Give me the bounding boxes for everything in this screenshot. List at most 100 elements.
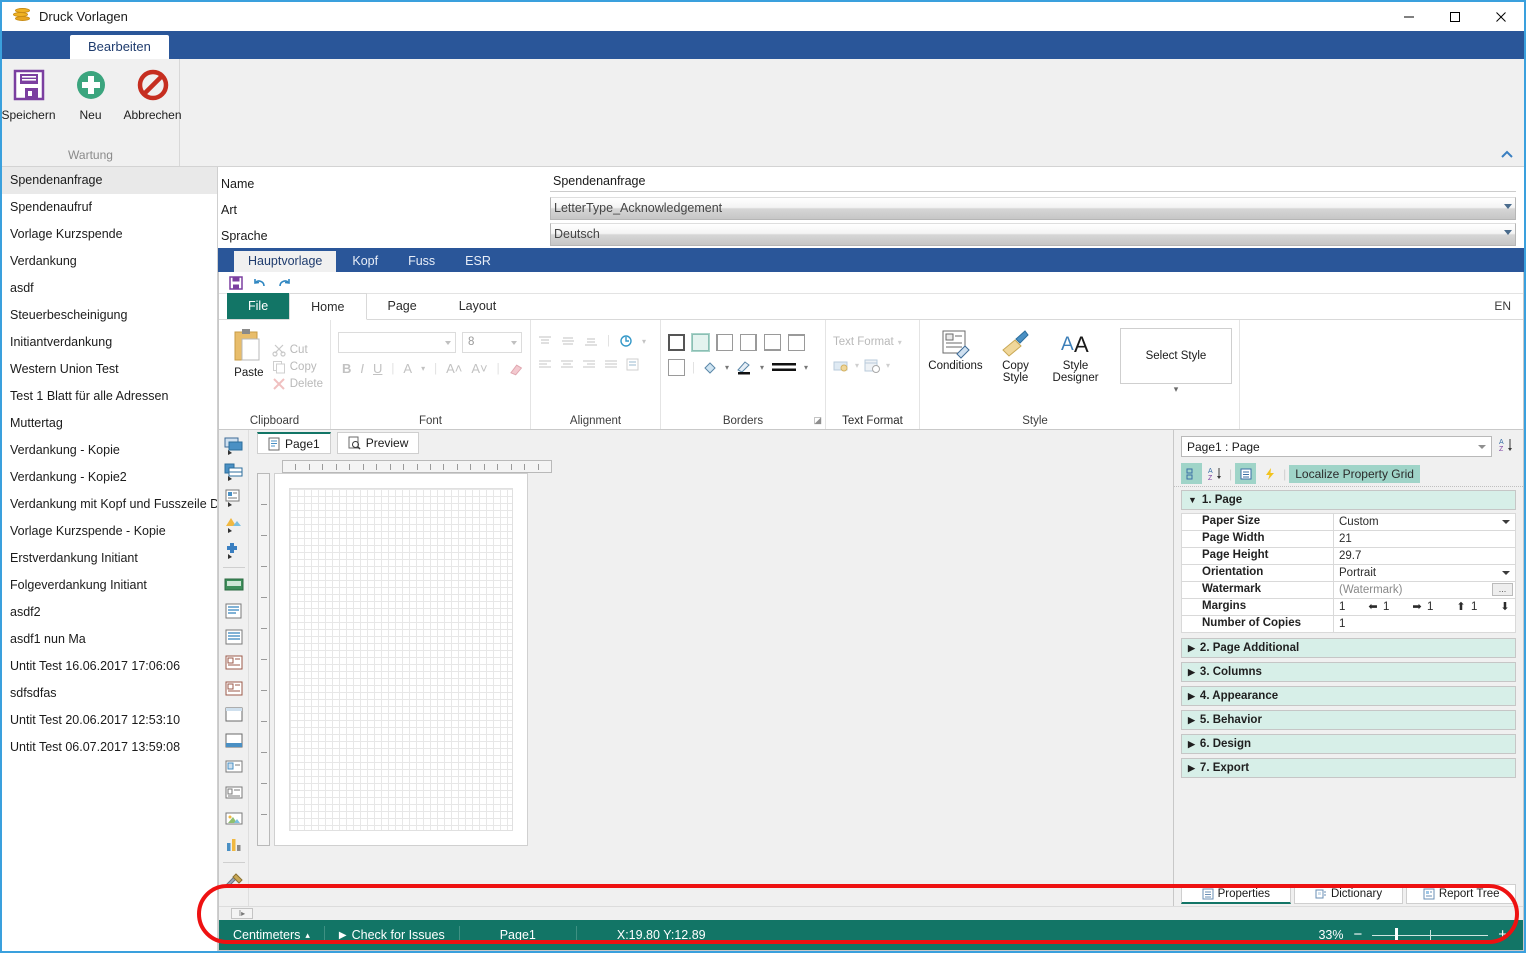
table-band-icon[interactable]: [222, 460, 246, 484]
list-item[interactable]: Steuerbescheinigung: [2, 302, 217, 329]
chevron-down-icon[interactable]: ▾: [760, 363, 764, 372]
localize-property-grid-button[interactable]: Localize Property Grid: [1289, 464, 1420, 483]
maximize-icon[interactable]: [1432, 2, 1478, 31]
data-band-icon[interactable]: [222, 486, 246, 510]
list-item[interactable]: Test 1 Blatt für alle Adressen: [2, 383, 217, 410]
list-item[interactable]: sdfsdfas: [2, 680, 217, 707]
list-item[interactable]: Untit Test 06.07.2017 13:59:08: [2, 734, 217, 761]
check-for-issues-button[interactable]: ▶ Check for Issues: [325, 925, 459, 945]
text-box-icon[interactable]: [222, 651, 246, 675]
list-item[interactable]: Verdankung: [2, 248, 217, 275]
font-size-input[interactable]: 8: [462, 332, 522, 353]
tab-bearbeiten[interactable]: Bearbeiten: [70, 35, 169, 59]
text-field-icon[interactable]: [222, 781, 246, 805]
categorized-icon[interactable]: [1181, 463, 1202, 484]
report-page-icon[interactable]: [222, 599, 246, 623]
tab-dictionary[interactable]: Dictionary: [1293, 884, 1404, 904]
margin-top-value[interactable]: 1: [1427, 600, 1451, 615]
list-item[interactable]: Verdankung mit Kopf und Fusszeile DE: [2, 491, 217, 518]
border-style-icon[interactable]: [771, 361, 797, 374]
property-category-columns[interactable]: ▶ 3. Columns: [1181, 662, 1516, 682]
properties-icon[interactable]: [1235, 463, 1257, 484]
chevron-down-icon[interactable]: ▾: [1120, 384, 1232, 395]
select-band-icon[interactable]: [222, 434, 246, 458]
list-item[interactable]: Western Union Test: [2, 356, 217, 383]
tab-home[interactable]: Home: [289, 293, 367, 320]
select-style-button[interactable]: Select Style: [1119, 328, 1232, 384]
zoom-slider-thumb[interactable]: [1395, 928, 1399, 942]
property-category-page[interactable]: ▼ 1. Page: [1181, 490, 1516, 510]
list-item[interactable]: Folgeverdankung Initiant: [2, 572, 217, 599]
alphabetical-icon[interactable]: AZ: [1205, 463, 1226, 484]
border-left-icon[interactable]: [716, 334, 733, 351]
border-bottom-icon[interactable]: [764, 334, 781, 351]
list-item[interactable]: Initiantverdankung: [2, 329, 217, 356]
image-field-icon[interactable]: [222, 807, 246, 831]
tab-kopf[interactable]: Kopf: [338, 251, 392, 272]
font-family-input[interactable]: [338, 332, 456, 353]
style-designer-label-1[interactable]: Style: [1063, 360, 1089, 372]
list-item[interactable]: Vorlage Kurzspende: [2, 221, 217, 248]
splitter-grip-icon[interactable]: I▸: [231, 908, 253, 919]
property-category-behavior[interactable]: ▶ 5. Behavior: [1181, 710, 1516, 730]
chevron-up-icon[interactable]: [1500, 148, 1514, 162]
border-outline-icon[interactable]: [668, 359, 685, 376]
list-item[interactable]: Untit Test 20.06.2017 12:53:10: [2, 707, 217, 734]
chevron-down-icon[interactable]: ▾: [804, 363, 808, 372]
borders-dialog-launcher[interactable]: ◪: [813, 415, 822, 426]
image-band-icon[interactable]: [222, 512, 246, 536]
list-item[interactable]: Vorlage Kurzspende - Kopie: [2, 518, 217, 545]
redo-icon[interactable]: [276, 275, 291, 290]
horizontal-splitter[interactable]: I▸: [219, 906, 1523, 920]
events-icon[interactable]: [1259, 463, 1280, 484]
sub-report-icon[interactable]: [222, 729, 246, 753]
property-category-page-additional[interactable]: ▶ 2. Page Additional: [1181, 638, 1516, 658]
zoom-in-button[interactable]: +: [1498, 927, 1507, 942]
tab-properties[interactable]: Properties: [1181, 884, 1291, 904]
chevron-down-icon[interactable]: ▾: [725, 363, 729, 372]
tab-fuss[interactable]: Fuss: [394, 251, 449, 272]
list-item[interactable]: asdf: [2, 275, 217, 302]
sprache-combo[interactable]: Deutsch: [550, 223, 1516, 246]
border-all-icon[interactable]: [668, 334, 685, 351]
property-category-export[interactable]: ▶ 7. Export: [1181, 758, 1516, 778]
border-right-icon[interactable]: [740, 334, 757, 351]
zoom-out-button[interactable]: −: [1353, 927, 1362, 942]
report-page-canvas[interactable]: [274, 473, 528, 846]
plugin-band-icon[interactable]: [222, 538, 246, 562]
property-value[interactable]: 29.7: [1334, 548, 1515, 564]
list-item[interactable]: Erstverdankung Initiant: [2, 545, 217, 572]
list-item[interactable]: Verdankung - Kopie: [2, 437, 217, 464]
list-item[interactable]: Untit Test 16.06.2017 17:06:06: [2, 653, 217, 680]
list-item[interactable]: Verdankung - Kopie2: [2, 464, 217, 491]
rich-text-icon[interactable]: [222, 677, 246, 701]
property-category-design[interactable]: ▶ 6. Design: [1181, 734, 1516, 754]
tab-layout[interactable]: Layout: [438, 293, 518, 319]
border-color-icon[interactable]: [736, 360, 753, 375]
panel-icon[interactable]: [222, 703, 246, 727]
undo-icon[interactable]: [252, 275, 267, 290]
zoom-slider[interactable]: [1372, 928, 1489, 942]
chart-icon[interactable]: [222, 833, 246, 857]
save-button[interactable]: Speichern: [1, 65, 56, 122]
template-list[interactable]: Spendenanfrage Spendenaufruf Vorlage Kur…: [2, 167, 218, 951]
tab-file[interactable]: File: [227, 293, 290, 319]
object-selector[interactable]: Page1 : Page: [1181, 436, 1492, 457]
list-item[interactable]: Spendenaufruf: [2, 194, 217, 221]
margin-left-value[interactable]: 1: [1339, 600, 1363, 615]
copy-style-label-1[interactable]: Copy: [1002, 360, 1029, 372]
text-lines-icon[interactable]: [222, 625, 246, 649]
margin-bottom-value[interactable]: 1: [1471, 600, 1495, 615]
new-button[interactable]: Neu: [65, 65, 117, 122]
name-input[interactable]: Spendenanfrage: [550, 171, 1516, 192]
list-item[interactable]: asdf2: [2, 599, 217, 626]
property-value[interactable]: 21: [1334, 531, 1515, 547]
language-indicator[interactable]: EN: [1494, 299, 1511, 313]
art-combo[interactable]: LetterType_Acknowledgement: [550, 197, 1516, 220]
property-value[interactable]: Portrait: [1334, 565, 1515, 581]
page-tab-preview[interactable]: Preview: [336, 432, 420, 454]
border-top-icon[interactable]: [788, 334, 805, 351]
ellipsis-button[interactable]: ...: [1492, 583, 1513, 596]
sort-az-icon[interactable]: AZ: [1498, 437, 1516, 456]
components-toolbar[interactable]: [219, 430, 249, 906]
